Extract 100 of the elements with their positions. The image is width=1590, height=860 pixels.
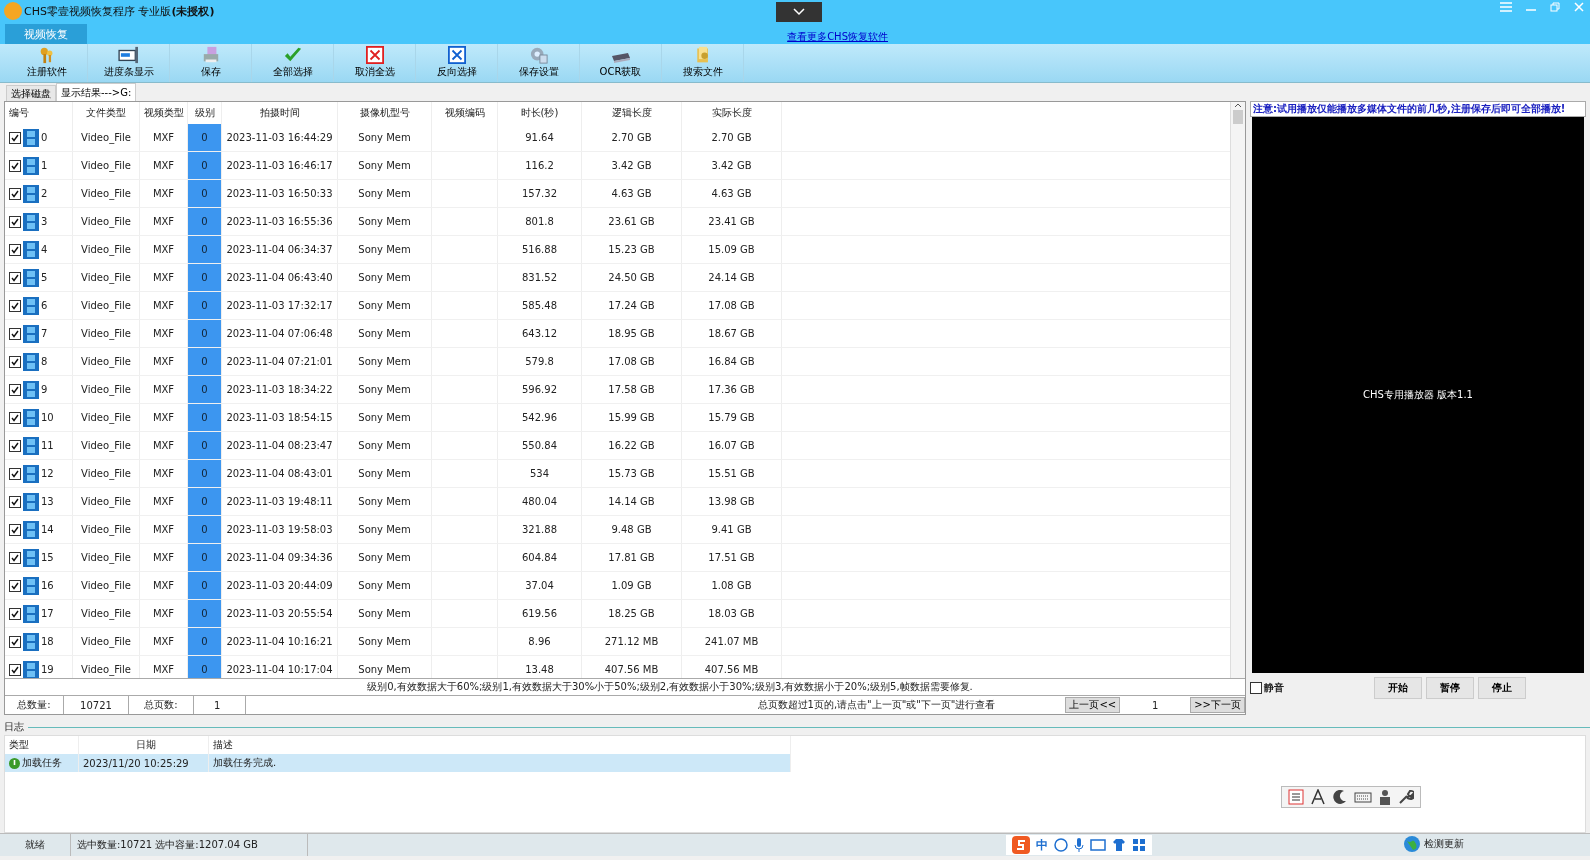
next-page-button[interactable]: >>下一页 — [1190, 697, 1245, 713]
table-cell: Sony Mem — [358, 412, 411, 423]
row-checkbox[interactable] — [9, 131, 21, 144]
table-cell: Video_File — [81, 468, 131, 479]
table-cell: Sony Mem — [358, 244, 411, 255]
row-checkbox[interactable] — [9, 663, 21, 676]
table-cell: Video_File — [81, 608, 131, 619]
player-button[interactable]: 暂停 — [1426, 677, 1474, 699]
toolbar-button[interactable]: 保存设置 — [498, 44, 580, 82]
column-header[interactable]: 描述 — [213, 738, 233, 752]
row-checkbox[interactable] — [9, 411, 21, 424]
status-text: 就绪 — [25, 838, 45, 852]
log-row[interactable]: 加载任务 2023/11/20 10:25:29 加载任务完成. — [5, 754, 791, 772]
column-header[interactable]: 日期 — [135, 738, 156, 752]
toolbar-button[interactable]: 反向选择 — [416, 44, 498, 82]
row-checkbox[interactable] — [9, 355, 21, 368]
row-checkbox[interactable] — [9, 215, 21, 228]
checkmark-icon — [11, 497, 19, 506]
check-update-link[interactable]: 检测更新 — [1424, 837, 1464, 851]
player-button[interactable]: 开始 — [1374, 677, 1422, 699]
row-checkbox[interactable] — [9, 243, 21, 256]
column-header[interactable]: 文件类型 — [73, 102, 140, 124]
page-number-field[interactable]: 1 — [1120, 699, 1191, 711]
table-cell: 2023-11-04 10:16:21 — [226, 636, 333, 647]
keyboard-icon[interactable] — [1090, 839, 1106, 851]
table-cell: 2023-11-03 18:54:15 — [226, 412, 333, 423]
row-checkbox[interactable] — [9, 579, 21, 592]
table-cell: 19 — [41, 664, 54, 675]
input-mode-indicator[interactable]: 中 — [1036, 836, 1048, 854]
mute-checkbox[interactable] — [1250, 682, 1262, 694]
row-checkbox[interactable] — [9, 159, 21, 172]
person-icon[interactable] — [1378, 789, 1392, 805]
row-checkbox[interactable] — [9, 607, 21, 620]
row-checkbox[interactable] — [9, 383, 21, 396]
table-cell: 15.09 GB — [708, 244, 755, 255]
column-header[interactable]: 类型 — [9, 738, 29, 752]
player-button[interactable]: 停止 — [1478, 677, 1526, 699]
column-header[interactable]: 实际长度 — [682, 102, 782, 124]
toolbar-button[interactable]: 全部选择 — [252, 44, 334, 82]
row-checkbox[interactable] — [9, 271, 21, 284]
previous-page-button[interactable]: 上一页<< — [1065, 697, 1121, 713]
column-header[interactable]: 时长(秒) — [498, 102, 582, 124]
view-tab[interactable]: 显示结果--->G: — [56, 83, 137, 101]
table-cell: Video_File — [81, 216, 131, 227]
more-software-link[interactable]: 查看更多CHS恢复软件 — [787, 30, 888, 44]
ime-logo-icon[interactable] — [1012, 836, 1030, 854]
row-checkbox[interactable] — [9, 523, 21, 536]
table-cell: 10 — [41, 412, 54, 423]
film-icon — [23, 156, 39, 175]
microphone-icon[interactable] — [1074, 838, 1084, 852]
toolbar-button[interactable]: 取消全选 — [334, 44, 416, 82]
moon-icon[interactable] — [1332, 789, 1348, 805]
toolbar-button[interactable]: 保存 — [170, 44, 252, 82]
column-header[interactable]: 摄像机型号 — [338, 102, 432, 124]
column-header[interactable]: 拍摄时间 — [222, 102, 338, 124]
column-header[interactable]: 编号 — [5, 102, 73, 124]
dropdown-button[interactable] — [776, 2, 822, 22]
wrench-icon[interactable] — [1398, 789, 1414, 805]
toolbar-button[interactable]: 进度条显示 — [88, 44, 170, 82]
row-checkbox[interactable] — [9, 299, 21, 312]
table-cell: Video_File — [81, 244, 131, 255]
table-cell: Video_File — [81, 496, 131, 507]
table-cell: 604.84 — [522, 552, 557, 563]
row-checkbox[interactable] — [9, 327, 21, 340]
toolbar-button[interactable]: OCR获取 — [580, 44, 662, 82]
scroll-thumb[interactable] — [1233, 110, 1243, 124]
row-checkbox[interactable] — [9, 467, 21, 480]
row-checkbox[interactable] — [9, 439, 21, 452]
scroll-up-icon[interactable] — [1234, 102, 1242, 108]
table-cell: MXF — [152, 132, 175, 143]
level-cell: 0 — [188, 208, 222, 235]
row-checkbox[interactable] — [9, 187, 21, 200]
table-cell: 17.08 GB — [608, 356, 655, 367]
total-label: 总数量: — [17, 698, 51, 712]
table-cell: Video_File — [81, 328, 131, 339]
table-cell: 2023-11-04 07:21:01 — [226, 356, 333, 367]
font-icon[interactable] — [1310, 789, 1326, 805]
row-checkbox[interactable] — [9, 635, 21, 648]
table-cell: 18.67 GB — [708, 328, 755, 339]
table-cell: Video_File — [81, 440, 131, 451]
toolbar-button[interactable]: 注册软件 — [6, 44, 88, 82]
scrollbar[interactable] — [1230, 102, 1245, 678]
level-cell: 0 — [188, 264, 222, 291]
column-header[interactable]: 视频类型 — [140, 102, 188, 124]
table-cell: 18.25 GB — [608, 608, 655, 619]
shirt-icon[interactable] — [1112, 838, 1126, 852]
column-header[interactable]: 逻辑长度 — [582, 102, 682, 124]
level-cell: 0 — [188, 544, 222, 571]
row-checkbox[interactable] — [9, 495, 21, 508]
pages-label: 总页数: — [144, 698, 178, 712]
view-tab[interactable]: 选择磁盘 — [6, 85, 56, 101]
table-cell: Video_File — [81, 160, 131, 171]
table-cell: 2023-11-04 10:17:04 — [226, 664, 333, 675]
checkmark-icon — [11, 441, 19, 450]
column-header[interactable]: 视频编码 — [432, 102, 498, 124]
grid-icon[interactable] — [1132, 838, 1146, 852]
table-cell: 4 — [41, 244, 48, 255]
row-checkbox[interactable] — [9, 551, 21, 564]
toolbar-button[interactable]: 搜索文件 — [662, 44, 744, 82]
film-icon — [23, 352, 39, 371]
